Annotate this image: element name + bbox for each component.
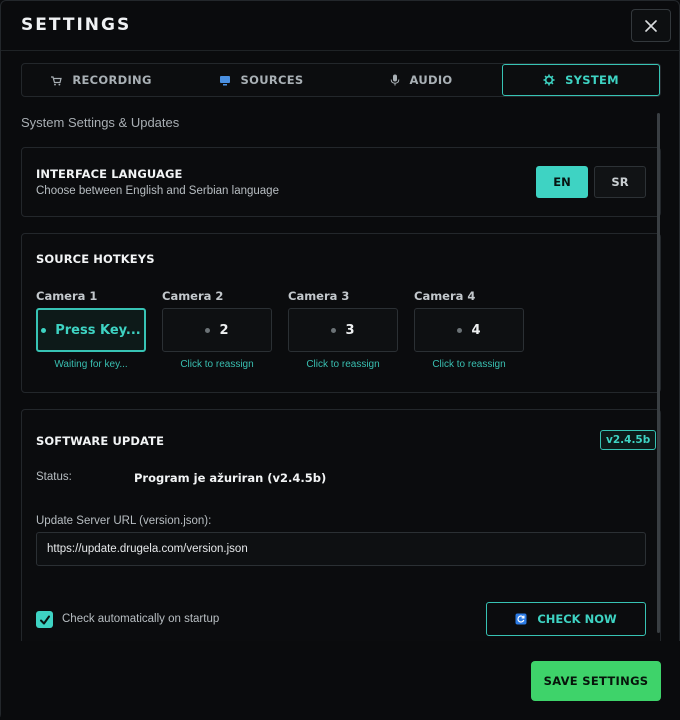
camera-2-hotkey-value: 2 [219,322,229,338]
tab-sources-label: SOURCES [240,73,304,87]
language-subtitle: Choose between English and Serbian langu… [36,185,279,197]
auto-check-label: Check automatically on startup [62,613,220,625]
camera-1-hotkey-button[interactable]: Press Key... [36,308,146,352]
gear-icon [543,74,555,86]
camera-2-hint[interactable]: Click to reassign [162,359,272,370]
hotkeys-card: SOURCE HOTKEYS Camera 1 Press Key... Wai… [21,233,661,393]
update-title: SOFTWARE UPDATE [36,434,165,448]
camera-1-hint: Waiting for key... [54,359,128,370]
version-badge: v2.4.5b [600,430,657,450]
refresh-icon [515,613,527,625]
save-settings-button[interactable]: SAVE SETTINGS [531,661,661,701]
cart-icon [51,75,63,85]
camera-1-label: Camera 1 [36,289,98,303]
tab-system-label: SYSTEM [565,73,619,87]
check-now-label: CHECK NOW [537,612,617,626]
camera-4-label: Camera 4 [414,289,476,303]
update-card: SOFTWARE UPDATE v2.4.5b Status: Program … [21,409,661,649]
status-dot [205,327,211,333]
tab-audio-label: AUDIO [409,73,453,87]
monitor-icon [219,75,230,85]
status-dot [331,327,337,333]
hotkeys-title: SOURCE HOTKEYS [36,252,155,266]
language-card: INTERFACE LANGUAGE Choose between Englis… [21,147,661,217]
language-en-button[interactable]: EN [536,166,588,198]
scrollbar[interactable] [657,113,660,633]
checkmark-icon [39,615,50,624]
tab-sources[interactable]: SOURCES [182,65,340,95]
camera-2-hotkey-button[interactable]: 2 [162,308,272,352]
microphone-icon [390,74,399,86]
auto-check-checkbox[interactable] [36,611,53,628]
settings-window: SETTINGS RECORDING SOURCES AUDIO SYSTEM … [0,0,680,720]
camera-2-label: Camera 2 [162,289,224,303]
camera-3-label: Camera 3 [288,289,350,303]
camera-3-hotkey-value: 3 [345,322,355,338]
header: SETTINGS [1,1,680,51]
tab-recording[interactable]: RECORDING [22,65,180,95]
camera-3-hint[interactable]: Click to reassign [288,359,398,370]
section-title: System Settings & Updates [21,115,180,130]
close-button[interactable] [631,9,671,42]
update-url-label: Update Server URL (version.json): [36,515,212,527]
camera-4-hotkey-value: 4 [471,322,481,338]
status-value: Program je ažuriran (v2.4.5b) [134,471,327,485]
footer: SAVE SETTINGS [1,641,680,720]
tab-recording-label: RECORDING [72,73,152,87]
check-now-button[interactable]: CHECK NOW [486,602,646,636]
camera-1-hotkey-value: Press Key... [55,322,141,338]
camera-3-hotkey-button[interactable]: 3 [288,308,398,352]
language-sr-button[interactable]: SR [594,166,646,198]
camera-4-hint[interactable]: Click to reassign [414,359,524,370]
window-title: SETTINGS [21,15,132,35]
language-title: INTERFACE LANGUAGE [36,167,183,181]
camera-4-hotkey-button[interactable]: 4 [414,308,524,352]
tab-bar: RECORDING SOURCES AUDIO SYSTEM [21,63,661,97]
status-label: Status: [36,471,72,483]
update-url-input[interactable] [36,532,646,566]
tab-system[interactable]: SYSTEM [502,64,660,96]
status-dot [41,327,47,333]
close-icon [645,19,657,32]
tab-audio[interactable]: AUDIO [342,65,500,95]
status-dot [457,327,463,333]
